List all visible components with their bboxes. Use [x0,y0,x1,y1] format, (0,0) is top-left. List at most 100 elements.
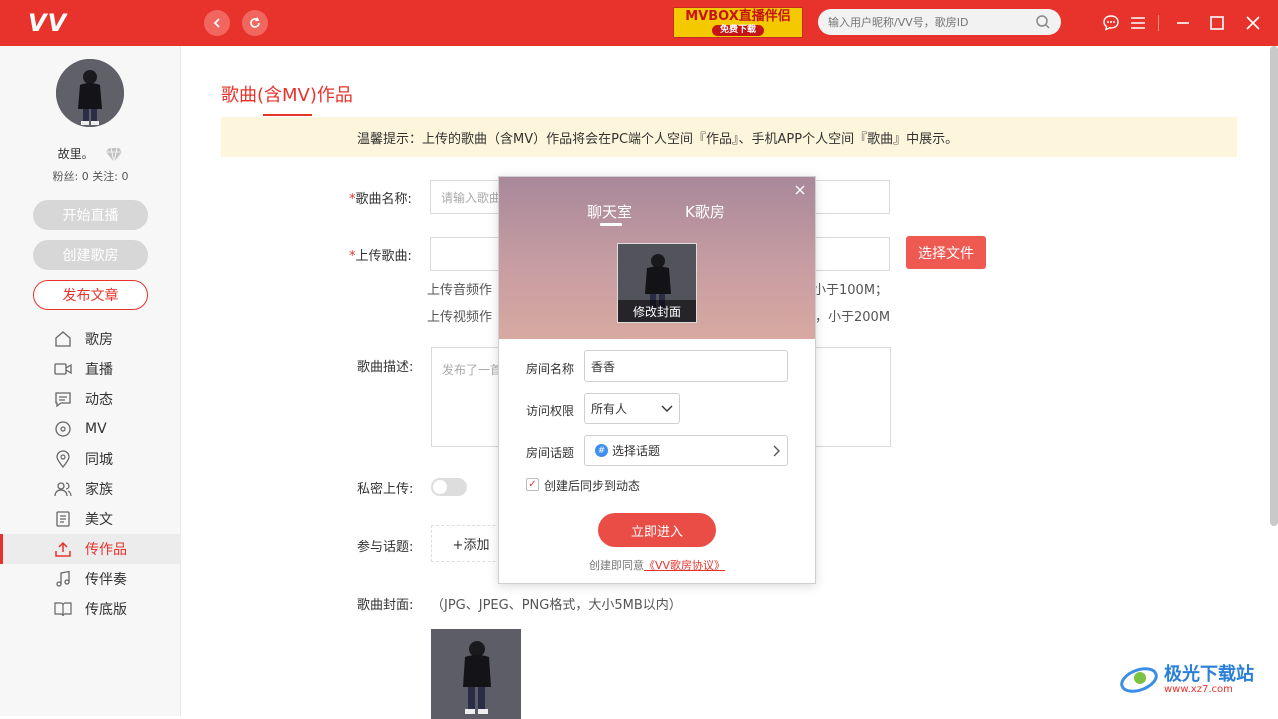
room-topic-select[interactable]: # 选择话题 [584,435,788,466]
diamond-icon [106,147,123,162]
room-name-input[interactable]: 香香 [584,350,788,382]
sidebar-item-label: 传伴奏 [85,572,127,588]
chat-button[interactable] [1100,12,1122,34]
username: 故里。 [0,145,181,163]
music-note-icon [54,570,72,588]
room-topic-label: 房间话题 [526,446,575,460]
search-box[interactable] [818,9,1061,35]
dialog-close-button[interactable] [795,180,805,199]
sidebar-item-upload-base[interactable]: 传底版 [0,594,181,624]
maximize-button[interactable] [1206,12,1228,34]
sidebar-item-live[interactable]: 直播 [0,354,181,384]
username-text: 故里。 [57,147,94,161]
upload-icon [54,540,72,558]
sidebar-item-upload-work[interactable]: 传作品 [0,534,181,564]
song-name-placeholder: 请输入歌曲 [441,190,502,205]
close-button[interactable] [1242,12,1264,34]
avatar[interactable] [56,59,124,127]
sidebar-item-mv[interactable]: MV [0,414,181,444]
cover-figure [431,629,521,719]
avatar-figure [56,59,124,127]
access-label: 访问权限 [526,404,575,418]
sidebar-item-songroom[interactable]: 歌房 [0,324,181,354]
minimize-button[interactable] [1172,12,1194,34]
upload-song-label: *上传歌曲: [349,245,412,264]
audio-hint-start: 上传音频作 [427,283,493,298]
song-cover-image[interactable] [431,629,521,719]
edit-cover-label[interactable]: 修改封面 [618,300,696,322]
private-upload-toggle[interactable] [431,478,467,496]
sidebar-item-feed[interactable]: 动态 [0,384,181,414]
refresh-icon [250,17,260,28]
close-icon [1246,16,1260,30]
sidebar-item-nearby[interactable]: 同城 [0,444,181,474]
hashtag-icon: # [595,444,608,457]
start-live-button[interactable]: 开始直播 [33,200,148,230]
sidebar-item-label: 家族 [85,482,113,498]
cover-hint: （JPG、JPEG、PNG格式，大小5MB以内） [431,598,682,613]
agreement-link[interactable]: 《VV歌房协议》 [644,559,725,572]
sidebar-item-label: 传底版 [85,602,127,618]
sidebar-item-article[interactable]: 美文 [0,504,181,534]
chevron-right-icon [773,445,780,456]
message-icon [54,390,72,408]
disc-icon [54,420,72,438]
song-desc-placeholder: 发布了一首 [442,363,503,377]
agreement-prefix: 创建即同意 [588,559,644,572]
sidebar-item-label: 传作品 [85,542,127,558]
chat-bubble-icon [1103,15,1119,31]
hamburger-icon [1131,17,1145,29]
access-select[interactable]: 所有人 [584,393,680,424]
banner-title: MVBOX直播伴侣 [685,8,791,24]
search-icon [1036,15,1050,29]
topic-label: 参与话题: [357,540,414,555]
sidebar-item-label: 美文 [85,512,113,528]
room-name-label: 房间名称 [526,362,575,376]
book-icon [54,600,72,618]
sidebar-item-family[interactable]: 家族 [0,474,181,504]
audio-hint-end: 小于100M； [813,283,889,298]
refresh-button[interactable] [242,10,268,36]
create-room-button[interactable]: 创建歌房 [33,240,148,270]
banner-subtitle: 免费下载 [711,24,764,36]
video-hint-start: 上传视频作 [427,310,493,325]
song-desc-label: 歌曲描述: [357,360,414,375]
sidebar-menu: 歌房 直播 动态 MV 同城 家族 美文 传作品 传伴奏 传底版 [0,324,181,624]
song-name-label-text: 歌曲名称: [355,192,412,207]
menu-button[interactable] [1127,12,1149,34]
select-file-button[interactable]: 选择文件 [906,236,986,269]
agreement-text: 创建即同意《VV歌房协议》 [499,557,815,573]
tip-banner: 温馨提示：上传的歌曲（含MV）作品将会在PC端个人空间『作品』、手机APP个人空… [221,117,1237,157]
chevron-left-icon [213,18,220,28]
watermark-logo [1120,667,1158,693]
location-icon [54,450,72,468]
tab-k-room[interactable]: K歌房 [685,201,725,222]
sync-feed-label: 创建后同步到动态 [544,479,641,493]
back-button[interactable] [204,10,230,36]
watermark-text: 极光下载站 [1164,663,1254,685]
song-name-label: *歌曲名称: [349,188,412,207]
mvbox-banner[interactable]: MVBOX直播伴侣 免费下载 [673,7,803,38]
camera-icon [54,360,72,378]
dialog-header: 聊天室 K歌房 修改封面 [499,177,815,339]
watermark: 极光下载站 www.xz7.com [1118,662,1254,698]
tab-chat-room[interactable]: 聊天室 [587,201,632,222]
active-tab-indicator [600,223,622,226]
vertical-scrollbar[interactable] [1270,46,1278,526]
sidebar-item-label: 歌房 [85,332,113,348]
sidebar-item-label: 同城 [85,452,113,468]
home-icon [54,330,72,348]
search-input[interactable] [828,15,1035,29]
upload-song-label-text: 上传歌曲: [355,249,412,264]
sync-feed-checkbox[interactable]: ✓ [526,478,539,491]
create-room-dialog: 聊天室 K歌房 修改封面 房间名称 香香 访问权限 所有人 房间话题 # 选择话… [498,176,816,584]
page-title: 歌曲(含MV)作品 [221,85,353,106]
sidebar-item-upload-accompaniment[interactable]: 传伴奏 [0,564,181,594]
enter-now-button[interactable]: 立即进入 [598,513,716,547]
watermark-url: www.xz7.com [1164,684,1233,696]
room-cover[interactable]: 修改封面 [617,243,697,323]
sidebar-item-label: MV [85,421,107,437]
sidebar: 故里。 粉丝: 0 关注: 0 开始直播 创建歌房 发布文章 歌房 直播 动态 … [0,46,181,716]
publish-article-button[interactable]: 发布文章 [33,280,148,310]
page-title-underline [263,114,312,116]
